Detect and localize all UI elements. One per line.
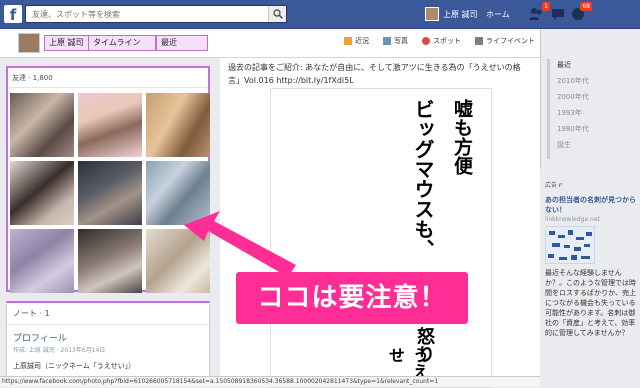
friend-photo[interactable] (10, 229, 74, 293)
profile-avatar[interactable] (18, 33, 40, 53)
image-line-1: 嘘も方便 (451, 99, 473, 175)
note-body: 上原誠司（ニックネーム「うえせい」） (13, 362, 136, 370)
notifications-badge: 68 (580, 2, 592, 11)
map-pin-icon (422, 37, 430, 45)
friends-header[interactable]: 友達 · 1,800 (8, 68, 208, 88)
friend-photo[interactable] (146, 93, 210, 157)
timeline-nav: 最近 2010年代 2000年代 1993年 1980年代 誕生 (540, 29, 640, 169)
top-bar: f 上原 誠司 ホーム 1 68 (0, 0, 640, 29)
warning-callout: ココは要注意！ (236, 272, 468, 324)
friend-photo[interactable] (10, 93, 74, 157)
section-tabs: 近況 写真 スポット ライフイベント (344, 36, 535, 46)
ad-image[interactable] (545, 226, 595, 264)
search-box[interactable] (25, 5, 287, 23)
search-button[interactable] (268, 6, 286, 22)
timeline-pill[interactable]: タイムライン (88, 35, 156, 51)
profile-nav-bar: 上原 誠司 タイムライン 最近 近況 写真 スポット ライフイベント (0, 29, 540, 58)
friend-photo[interactable] (10, 161, 74, 225)
friend-photo[interactable] (78, 161, 142, 225)
topbar-user-link[interactable]: 上原 誠司 (425, 7, 478, 21)
notes-box: ノート · 1 プロフィール 作成: 上原 誠司 · 2013年6月14日 上原… (6, 301, 210, 381)
post-image[interactable]: 嘘も方便 ビッグマウスも、 怒り うえせ (270, 88, 492, 388)
edit-icon (344, 37, 352, 45)
home-link[interactable]: ホーム (486, 9, 510, 20)
section-status[interactable]: 近況 (344, 36, 369, 46)
ad-text: 最近そんな経験しませんか？。このような管理では時間をロスするばかりか、売上につな… (545, 269, 636, 337)
flag-icon (475, 37, 483, 45)
ad-header: 広告 ᵲᶦ (545, 182, 563, 189)
status-bar-url: https://www.facebook.com/photo.php?fbid=… (0, 376, 540, 387)
friend-photo[interactable] (78, 93, 142, 157)
section-photos[interactable]: 写真 (383, 36, 408, 46)
timeline-item[interactable]: 1980年代 (557, 124, 589, 134)
avatar (425, 7, 439, 21)
post-text: 過去の記事をご紹介: あなたが自由に、そして激アツに生きる為の「うえせいの格言」… (228, 63, 521, 85)
messages-icon[interactable] (550, 6, 566, 22)
note-meta: 作成: 上原 誠司 · 2013年6月14日 (13, 347, 106, 354)
timeline-item[interactable]: 1993年 (557, 108, 582, 118)
notifications-icon[interactable]: 68 (570, 2, 592, 22)
timeline-item[interactable]: 最近 (557, 60, 571, 70)
friend-requests-badge: 1 (542, 2, 550, 11)
timeline-item[interactable]: 2010年代 (557, 76, 589, 86)
ad-box: 広告 ᵲᶦ あの担当者の名刺が見つからない！ linkknowledge.net… (545, 180, 639, 338)
ad-title-link[interactable]: あの担当者の名刺が見つからない！ (545, 195, 639, 215)
search-input[interactable] (26, 6, 266, 22)
note-title-link[interactable]: プロフィール (7, 325, 209, 344)
notes-header[interactable]: ノート · 1 (7, 303, 209, 325)
timeline-track (547, 59, 550, 159)
timeline-item[interactable]: 誕生 (557, 140, 571, 150)
search-icon (272, 9, 283, 19)
topbar-user-name: 上原 誠司 (443, 9, 478, 19)
photo-icon (383, 37, 391, 45)
section-life-events[interactable]: ライフイベント (475, 36, 535, 46)
friend-photo[interactable] (78, 229, 142, 293)
timeline-item[interactable]: 2000年代 (557, 92, 589, 102)
ad-url[interactable]: linkknowledge.net (545, 216, 639, 223)
friend-requests-icon[interactable]: 1 (528, 2, 550, 22)
facebook-logo-icon[interactable]: f (4, 5, 22, 24)
recent-pill[interactable]: 最近 (156, 35, 208, 51)
image-line-2: ビッグマウスも、 (411, 99, 435, 259)
section-spots[interactable]: スポット (422, 36, 461, 46)
